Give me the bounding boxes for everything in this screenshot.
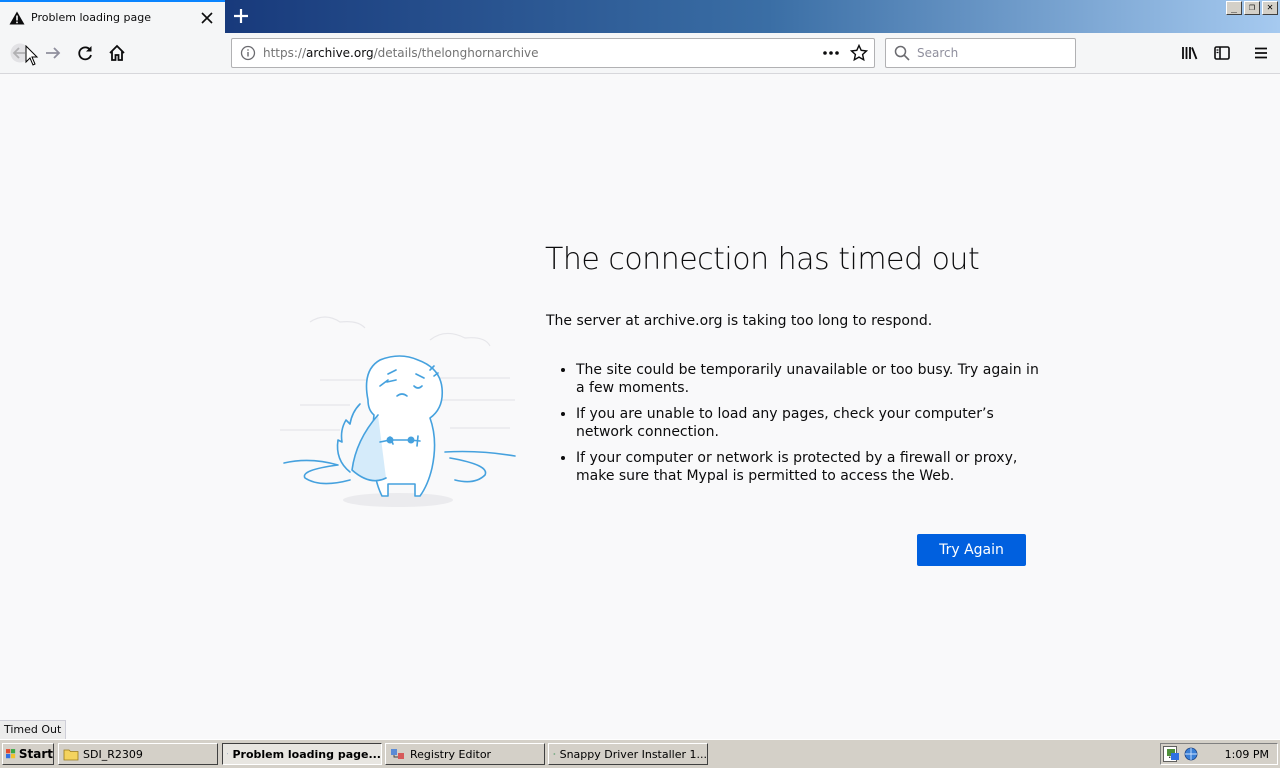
tab-close-icon[interactable] bbox=[198, 9, 216, 27]
taskbar-item-snappy[interactable]: Snappy Driver Installer 1... bbox=[548, 743, 708, 765]
network-tray-icon[interactable] bbox=[1166, 747, 1180, 761]
window-controls: _ ❐ ✕ bbox=[1226, 1, 1278, 15]
mouse-cursor-icon bbox=[25, 45, 39, 66]
hamburger-menu-icon bbox=[1255, 47, 1267, 59]
url-bar[interactable]: https://archive.org/details/thelonghorna… bbox=[231, 38, 875, 68]
snappy-icon bbox=[553, 753, 556, 755]
status-panel: Timed Out bbox=[0, 720, 67, 739]
try-again-button[interactable]: Try Again bbox=[917, 534, 1026, 566]
taskbar-item-label: Snappy Driver Installer 1... bbox=[559, 747, 707, 761]
tab-title: Problem loading page bbox=[31, 11, 151, 24]
error-suggestions-list: The site could be temporarily unavailabl… bbox=[576, 361, 1046, 493]
taskbar-item-registry[interactable]: Registry Editor bbox=[385, 743, 545, 765]
error-description: The server at archive.org is taking too … bbox=[546, 313, 933, 329]
taskbar-item-sdi[interactable]: SDI_R2309 bbox=[58, 743, 218, 765]
page-actions-icon[interactable] bbox=[820, 44, 842, 62]
system-tray: 1:09 PM bbox=[1160, 743, 1278, 765]
menu-button[interactable] bbox=[1249, 41, 1273, 65]
taskbar-item-label: Registry Editor bbox=[410, 747, 492, 761]
minimize-button[interactable]: _ bbox=[1226, 1, 1242, 15]
forward-arrow-icon bbox=[46, 47, 61, 59]
new-tab-icon[interactable] bbox=[230, 5, 252, 27]
globe-tray-icon[interactable] bbox=[1184, 747, 1198, 761]
tab-problem-loading[interactable]: Problem loading page bbox=[0, 0, 225, 33]
error-title: The connection has timed out bbox=[545, 242, 980, 277]
home-icon bbox=[109, 44, 125, 61]
search-input[interactable] bbox=[917, 44, 1067, 62]
suggestion-item: The site could be temporarily unavailabl… bbox=[576, 361, 1046, 397]
url-prefix: https:// bbox=[263, 46, 307, 60]
browser-icon bbox=[227, 753, 229, 755]
navigation-toolbar: https://archive.org/details/thelonghorna… bbox=[0, 33, 1280, 74]
folder-icon bbox=[63, 749, 79, 761]
site-info-icon[interactable] bbox=[240, 45, 256, 61]
taskbar-item-label: SDI_R2309 bbox=[83, 747, 143, 761]
windows-logo-icon bbox=[6, 749, 16, 759]
close-window-button[interactable]: ✕ bbox=[1262, 1, 1278, 15]
url-host: archive.org bbox=[306, 46, 374, 60]
start-button[interactable]: Start bbox=[2, 743, 54, 765]
clock: 1:09 PM bbox=[1224, 748, 1269, 761]
taskbar-item-browser[interactable]: Problem loading page... bbox=[222, 743, 382, 765]
url-path: /details/thelonghornarchive bbox=[373, 46, 539, 60]
taskbar: Start SDI_R2309 Problem loading page... … bbox=[0, 739, 1280, 768]
restore-button[interactable]: ❐ bbox=[1244, 1, 1260, 15]
library-button[interactable] bbox=[1178, 41, 1202, 65]
reload-button[interactable] bbox=[73, 41, 97, 65]
search-icon bbox=[894, 45, 910, 61]
forward-button[interactable] bbox=[41, 41, 65, 65]
warning-icon bbox=[9, 11, 25, 25]
tab-strip: Problem loading page _ ❐ ✕ bbox=[0, 0, 1280, 33]
registry-icon bbox=[391, 749, 404, 759]
start-label: Start bbox=[18, 747, 53, 761]
reload-icon bbox=[78, 46, 92, 61]
sidebar-button[interactable] bbox=[1210, 41, 1234, 65]
suggestion-item: If your computer or network is protected… bbox=[576, 449, 1046, 485]
suggestion-item: If you are unable to load any pages, che… bbox=[576, 405, 1046, 441]
dinosaur-illustration bbox=[280, 316, 516, 507]
sidebar-icon bbox=[1214, 46, 1230, 60]
url-text: https://archive.org/details/thelonghorna… bbox=[263, 46, 539, 60]
home-button[interactable] bbox=[105, 41, 129, 65]
bookmark-star-icon[interactable] bbox=[850, 44, 868, 62]
search-bar[interactable] bbox=[885, 38, 1076, 68]
library-icon bbox=[1182, 47, 1198, 60]
taskbar-item-label: Problem loading page... bbox=[232, 747, 381, 761]
